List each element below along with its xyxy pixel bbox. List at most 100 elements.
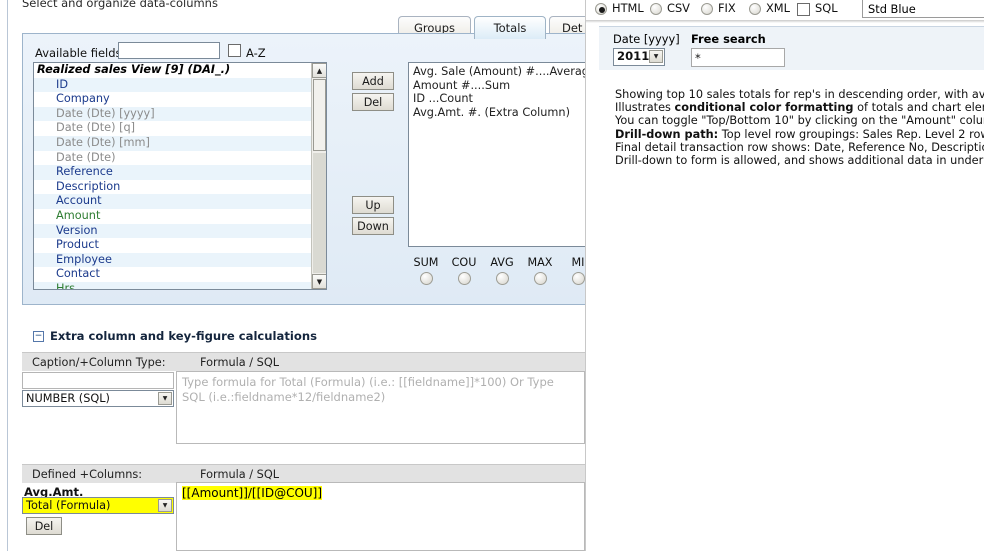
scroll-thumb[interactable] bbox=[313, 79, 326, 151]
app-root: Select and organize data-columns Groups … bbox=[0, 0, 984, 551]
aggregation-radio[interactable] bbox=[419, 272, 433, 285]
sql-checkbox[interactable] bbox=[797, 3, 810, 16]
move-up-button[interactable]: Up bbox=[352, 196, 394, 214]
aggregation-option-avg[interactable]: AVG bbox=[485, 256, 519, 285]
caption-column-header: Caption/+Column Type: bbox=[32, 356, 166, 369]
scroll-down-icon[interactable]: ▼ bbox=[312, 274, 326, 289]
selected-field-item[interactable]: Avg. Sale (Amount) #....Average bbox=[409, 65, 585, 79]
available-field-item[interactable]: Contact bbox=[34, 267, 311, 282]
filter-date-label: Date [yyyy] bbox=[613, 32, 680, 46]
chevron-down-icon[interactable]: ▼ bbox=[158, 392, 172, 405]
selected-field-item[interactable]: Avg.Amt. #. (Extra Column) bbox=[409, 106, 585, 120]
section-title: Extra column and key-figure calculations bbox=[50, 329, 317, 343]
selected-field-item[interactable]: ID ...Count bbox=[409, 92, 585, 106]
formula-textarea[interactable]: Type formula for Total (Formula) (i.e.: … bbox=[176, 371, 585, 444]
aggregation-label: MAX bbox=[527, 256, 553, 269]
available-list-scrollbar[interactable]: ▲ ▼ bbox=[311, 63, 326, 289]
filter-search-label: Free search bbox=[691, 32, 766, 46]
style-select[interactable]: Std Blue bbox=[862, 0, 984, 18]
aggregation-radio[interactable] bbox=[457, 272, 471, 285]
available-field-item[interactable]: Employee bbox=[34, 252, 311, 268]
chevron-down-icon-2[interactable]: ▼ bbox=[158, 499, 172, 512]
aggregation-radio[interactable] bbox=[495, 272, 509, 285]
filter-band: Date [yyyy] Free search 2011 ▼ bbox=[599, 26, 984, 70]
output-format-bar: HTML CSV FIX XML SQL Std Blue bbox=[586, 0, 984, 20]
html-radio[interactable] bbox=[595, 3, 607, 15]
report-preview-pane: HTML CSV FIX XML SQL Std Blue Date [yyyy… bbox=[585, 0, 984, 551]
pane-divider-line bbox=[7, 0, 8, 551]
section-collapse-icon[interactable]: − bbox=[33, 331, 44, 342]
defined-formula-box[interactable]: [[Amount]]/[[ID@COU]] bbox=[176, 482, 585, 551]
defined-formula-value: [[Amount]]/[[ID@COU]] bbox=[182, 486, 323, 500]
available-fields-list[interactable]: Realized sales View [9] (DAI_.) ID Company… bbox=[33, 62, 327, 290]
chevron-down-icon-3[interactable]: ▼ bbox=[649, 50, 663, 63]
toolbar-shadow bbox=[586, 20, 984, 23]
available-field-item[interactable]: Account bbox=[34, 194, 311, 209]
available-field-item[interactable]: Date (Dte) [mm] bbox=[34, 135, 311, 151]
description-line: Showing top 10 sales totals for rep's in… bbox=[615, 88, 984, 101]
aggregation-label: MI bbox=[571, 256, 585, 269]
az-label: A-Z bbox=[246, 46, 266, 60]
available-field-item[interactable]: Description bbox=[34, 180, 311, 195]
available-fields-rows: Realized sales View [9] (DAI_.) ID Company… bbox=[34, 63, 311, 289]
az-checkbox[interactable] bbox=[228, 44, 241, 57]
add-button[interactable]: Add bbox=[352, 72, 394, 90]
aggregation-radio[interactable] bbox=[571, 272, 585, 285]
description-line: Illustrates conditional color formatting… bbox=[615, 101, 984, 115]
move-down-button[interactable]: Down bbox=[352, 217, 394, 235]
field-group-header[interactable]: Realized sales View [9] (DAI_.) bbox=[34, 63, 311, 78]
aggregation-label: COU bbox=[451, 256, 477, 269]
xml-label[interactable]: XML bbox=[766, 1, 790, 15]
report-description: Showing top 10 sales totals for rep's in… bbox=[615, 88, 984, 167]
available-field-item[interactable]: Amount bbox=[34, 209, 311, 224]
defined-del-button[interactable]: Del bbox=[26, 517, 62, 535]
filter-date-select[interactable]: 2011 ▼ bbox=[613, 48, 665, 66]
column-type-select[interactable]: NUMBER (SQL) ▼ bbox=[22, 390, 174, 407]
available-field-item[interactable]: Hrs bbox=[34, 281, 311, 289]
column-designer-pane: Select and organize data-columns Groups … bbox=[0, 0, 585, 551]
available-field-item[interactable]: Product bbox=[34, 238, 311, 253]
aggregation-radio[interactable] bbox=[533, 272, 547, 285]
calc-header-band: Caption/+Column Type: Formula / SQL bbox=[22, 352, 585, 371]
defined-formula-header: Formula / SQL bbox=[200, 468, 280, 481]
column-type-value: NUMBER (SQL) bbox=[26, 392, 110, 405]
tab-totals[interactable]: Totals bbox=[474, 16, 546, 39]
selected-fields-list[interactable]: Avg. Sale (Amount) #....Average Amount #.… bbox=[408, 62, 585, 247]
selected-fields-rows: Avg. Sale (Amount) #....Average Amount #.… bbox=[409, 65, 585, 119]
available-field-item[interactable]: Company bbox=[34, 92, 311, 107]
csv-radio[interactable] bbox=[650, 3, 662, 15]
aggregation-option-sum[interactable]: SUM bbox=[409, 256, 443, 285]
filter-date-value: 2011 bbox=[617, 49, 650, 63]
csv-label[interactable]: CSV bbox=[667, 1, 690, 15]
available-field-item[interactable]: Date (Dte) [q] bbox=[34, 121, 311, 136]
style-value: Std Blue bbox=[868, 2, 916, 16]
html-label[interactable]: HTML bbox=[612, 1, 644, 15]
fix-radio[interactable] bbox=[701, 3, 713, 15]
caption-input[interactable] bbox=[22, 372, 174, 389]
description-line: Drill-down to form is allowed, and shows… bbox=[615, 154, 984, 168]
description-line: Final detail transaction row shows: Date… bbox=[615, 140, 984, 154]
aggregation-label: SUM bbox=[413, 256, 439, 269]
free-search-input[interactable] bbox=[691, 48, 785, 67]
del-button[interactable]: Del bbox=[352, 93, 394, 111]
available-field-item[interactable]: Reference bbox=[34, 165, 311, 180]
available-field-item[interactable]: ID bbox=[34, 77, 311, 93]
description-line: You can toggle "Top/Bottom 10" by clicki… bbox=[615, 114, 984, 128]
xml-radio[interactable] bbox=[749, 3, 761, 15]
defined-columns-header: Defined +Columns: bbox=[32, 468, 143, 481]
sql-label[interactable]: SQL bbox=[815, 1, 838, 15]
available-field-item[interactable]: Version bbox=[34, 223, 311, 239]
scroll-up-icon[interactable]: ▲ bbox=[312, 63, 326, 78]
scroll-track[interactable] bbox=[313, 153, 326, 273]
aggregation-option-cou[interactable]: COU bbox=[447, 256, 481, 285]
defined-type-select[interactable]: Total (Formula) ▼ bbox=[22, 497, 174, 514]
defined-header-band: Defined +Columns: Formula / SQL bbox=[22, 464, 585, 483]
available-field-item[interactable]: Date (Dte) [yyyy] bbox=[34, 106, 311, 122]
defined-type-value: Total (Formula) bbox=[26, 499, 111, 512]
fix-label[interactable]: FIX bbox=[718, 1, 736, 15]
aggregation-option-max[interactable]: MAX bbox=[523, 256, 557, 285]
selected-field-item[interactable]: Amount #....Sum bbox=[409, 79, 585, 93]
aggregation-option-mi[interactable]: MI bbox=[561, 256, 585, 285]
available-fields-input[interactable] bbox=[118, 42, 220, 59]
available-field-item[interactable]: Date (Dte) bbox=[34, 151, 311, 166]
